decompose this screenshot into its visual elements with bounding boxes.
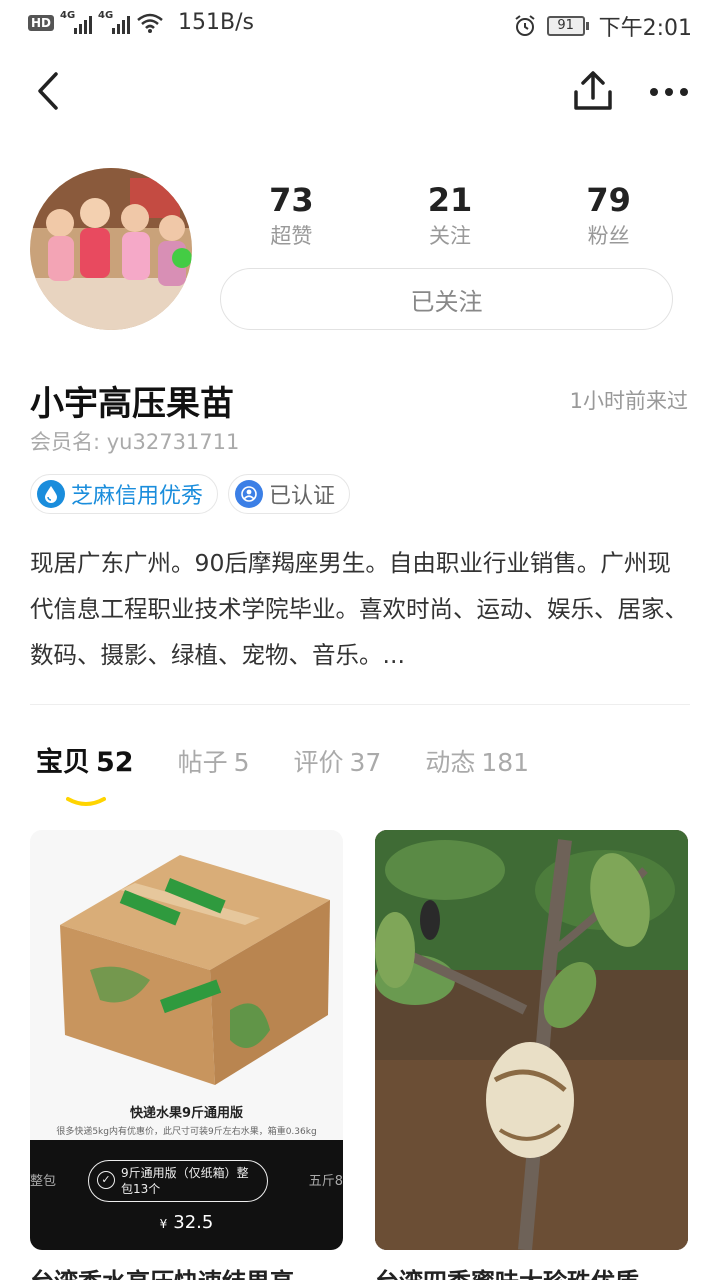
stat-value: 73 <box>269 181 314 219</box>
sesame-credit-badge[interactable]: 芝麻信用优秀 <box>30 474 219 514</box>
item-title[interactable]: 台湾四季蜜味大珍珠优质 <box>375 1262 688 1280</box>
tab-label: 帖子 <box>177 748 228 777</box>
profile-bio[interactable]: 现居广东广州。90后摩羯座男生。自由职业行业销售。广州现代信息工程职业技术学院毕… <box>30 540 690 678</box>
item-card[interactable] <box>375 830 688 1250</box>
stat-value: 21 <box>427 181 473 219</box>
item-title[interactable]: 台湾香水高压快速结果高 <box>30 1262 343 1280</box>
profile-stats: 73 超赞 21 关注 79 粉丝 <box>212 180 688 252</box>
product-caption: 快递水果9斤通用版 <box>129 1106 244 1121</box>
stat-label: 粉丝 <box>587 224 630 248</box>
stat-likes[interactable]: 73 超赞 <box>212 180 371 252</box>
option-right-edge: 五斤8 <box>308 1174 343 1189</box>
status-right: 91 下午2:01 <box>513 10 692 42</box>
net-speed: 151B/s <box>178 10 254 35</box>
battery-icon: 91 <box>546 16 589 36</box>
option-left-edge: 整包 <box>30 1174 57 1189</box>
tab-count: 181 <box>481 748 530 777</box>
followed-button[interactable]: 已关注 <box>220 268 673 330</box>
tab-count: 5 <box>233 748 250 777</box>
active-tab-indicator <box>66 797 106 806</box>
avatar[interactable] <box>30 168 192 330</box>
option-label: 9斤通用版（仅纸箱）整包13个 <box>121 1166 249 1196</box>
more-horizontal-icon <box>650 88 688 96</box>
tab-label: 动态 <box>425 748 476 777</box>
price: ¥32.5 <box>30 1212 343 1233</box>
hd-icon: HD <box>28 14 55 31</box>
tab-label: 评价 <box>293 748 344 777</box>
product-image-box <box>30 830 343 1100</box>
price-value: 32.5 <box>173 1212 214 1233</box>
sesame-credit-label: 芝麻信用优秀 <box>71 484 204 509</box>
signal-4g-icon: 4G <box>98 10 131 34</box>
clock: 下午2:01 <box>598 16 692 41</box>
back-button[interactable] <box>30 70 70 114</box>
battery-level: 91 <box>546 16 585 36</box>
item-card[interactable]: 快递水果9斤通用版 很多快递5kg内有优惠价，此尺寸可装9斤左右水果，箱重0.3… <box>30 830 343 1250</box>
check-icon: ✓ <box>97 1171 115 1189</box>
chevron-left-icon <box>38 72 58 110</box>
share-button[interactable] <box>570 70 616 114</box>
tab-count: 37 <box>349 748 382 777</box>
status-left: HD 4G 4G 151B/s <box>28 10 254 35</box>
stat-value: 79 <box>586 181 631 219</box>
member-id: 会员名: yu32731711 <box>30 430 240 454</box>
share-icon <box>574 71 612 110</box>
divider <box>30 704 690 705</box>
top-nav <box>0 56 720 128</box>
avatar-photo <box>30 168 192 330</box>
badges: 芝麻信用优秀 已认证 <box>30 474 351 514</box>
verified-user-icon <box>235 480 264 508</box>
last-seen: 1小时前来过 <box>569 389 688 413</box>
verified-label: 已认证 <box>269 484 336 509</box>
signal-4g-icon: 4G <box>60 10 93 34</box>
content-tabs: 宝贝 52 帖子 5 评价 37 动态 181 <box>36 740 529 806</box>
product-image-plant <box>375 830 688 1250</box>
tab-activity[interactable]: 动态 181 <box>425 743 529 779</box>
tab-items[interactable]: 宝贝 52 <box>36 740 134 806</box>
tab-reviews[interactable]: 评价 37 <box>294 743 382 779</box>
tab-posts[interactable]: 帖子 5 <box>178 743 250 779</box>
alarm-icon <box>514 15 535 36</box>
currency-symbol: ¥ <box>159 1217 168 1231</box>
profile-name: 小宇高压果苗 <box>30 384 234 424</box>
option-bar: 整包 五斤8 ✓ 9斤通用版（仅纸箱）整包13个 ¥32.5 <box>30 1140 343 1250</box>
stat-following[interactable]: 21 关注 <box>371 180 530 252</box>
option-chip-selected[interactable]: ✓ 9斤通用版（仅纸箱）整包13个 <box>88 1160 268 1202</box>
verified-badge[interactable]: 已认证 <box>228 474 351 514</box>
tab-label: 宝贝 <box>36 747 90 778</box>
wifi-icon <box>137 13 163 33</box>
more-button[interactable] <box>644 70 694 114</box>
stat-label: 超赞 <box>270 224 313 248</box>
stat-followers[interactable]: 79 粉丝 <box>529 180 688 252</box>
stat-label: 关注 <box>429 224 471 248</box>
product-subcaption: 很多快递5kg内有优惠价，此尺寸可装9斤左右水果，箱重0.36kg <box>56 1127 317 1137</box>
status-bar: HD 4G 4G 151B/s 91 下午2:01 <box>0 0 720 50</box>
tab-count: 52 <box>96 747 134 778</box>
sesame-credit-icon <box>37 480 65 508</box>
